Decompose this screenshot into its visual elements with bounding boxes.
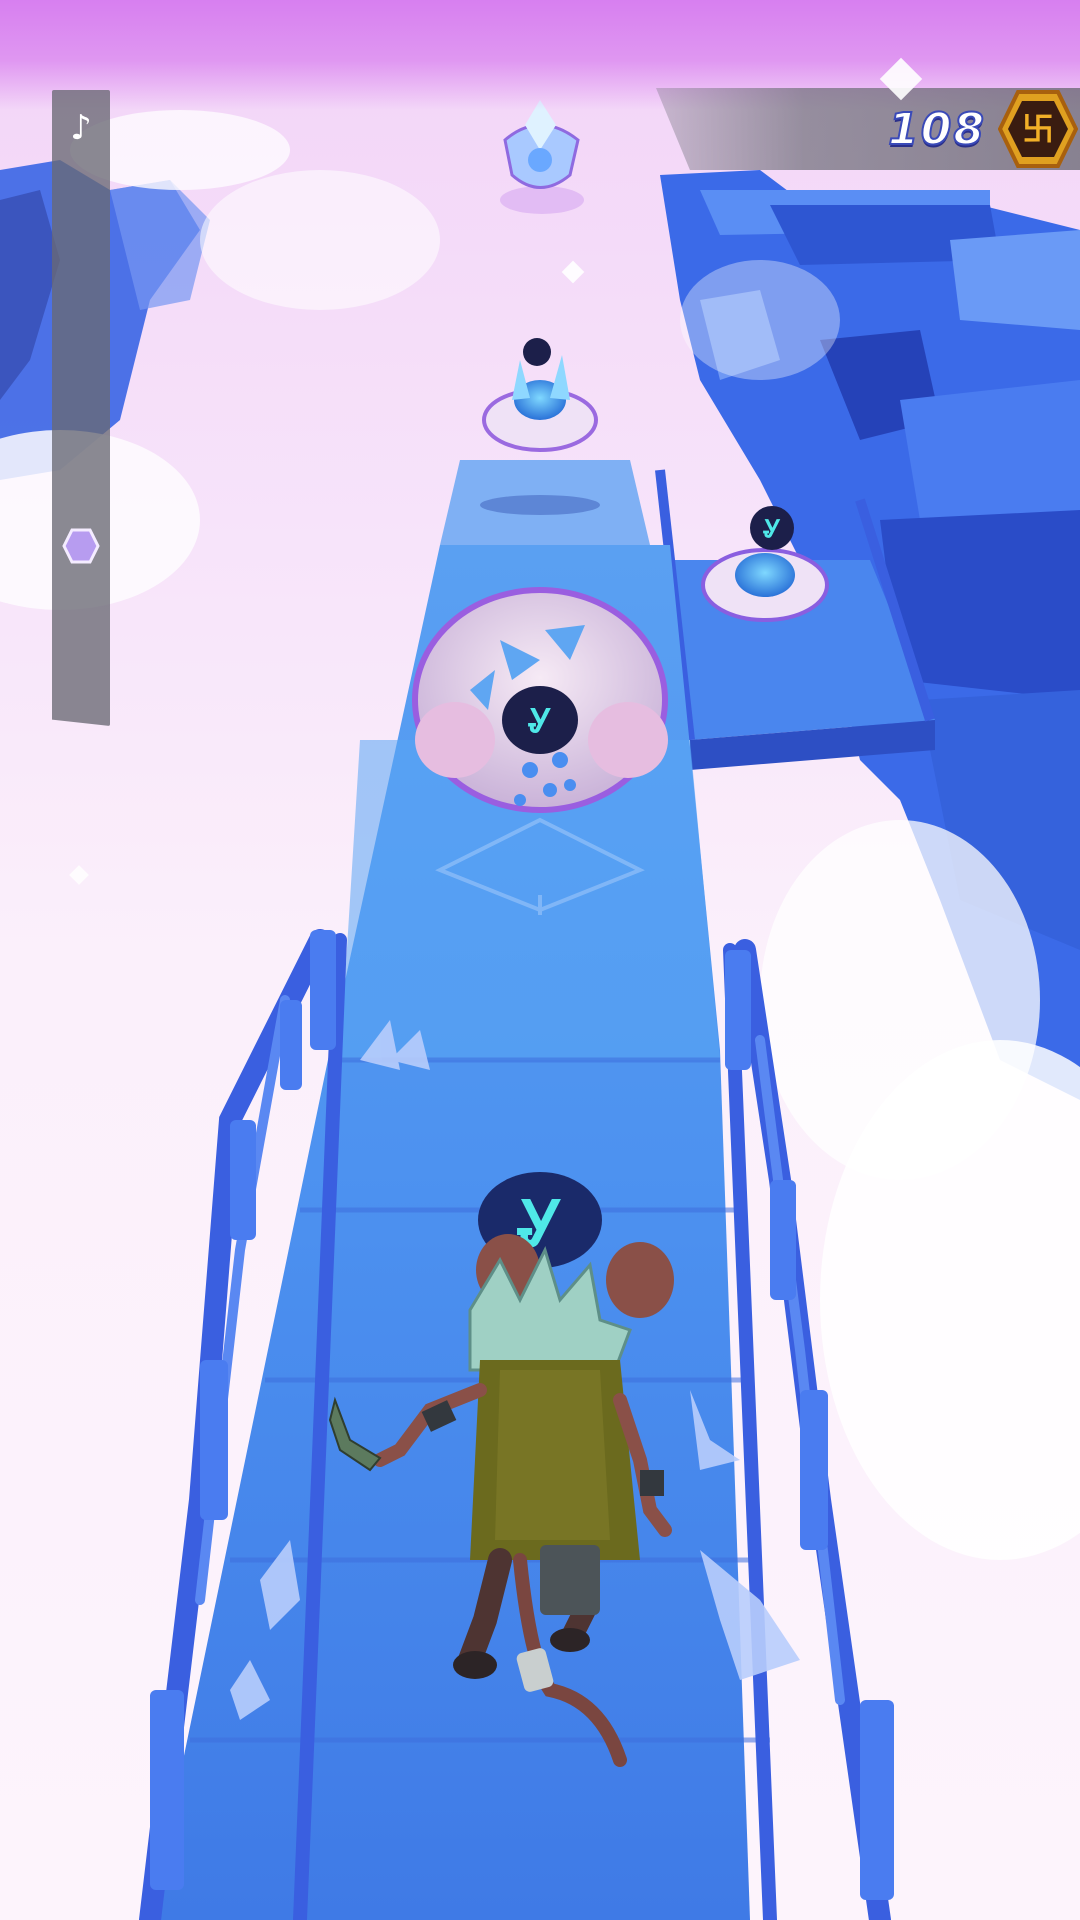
game-scene: Ꮍ Ꮍ Ꮍ bbox=[0, 0, 1080, 1920]
score-counter: 108 bbox=[887, 103, 986, 156]
svg-text:Ꮍ: Ꮍ bbox=[527, 702, 551, 740]
hexagon-marker-icon bbox=[62, 528, 100, 564]
svg-text:Ꮍ: Ꮍ bbox=[762, 515, 781, 543]
music-note-icon[interactable]: ♪ bbox=[66, 108, 96, 148]
hexagon-rune-coin-icon: 卐 bbox=[998, 90, 1078, 168]
run-progress-track bbox=[52, 90, 110, 726]
crystal-beast-obstacle: Ꮍ bbox=[412, 587, 668, 813]
svg-text:卐: 卐 bbox=[1022, 110, 1054, 148]
